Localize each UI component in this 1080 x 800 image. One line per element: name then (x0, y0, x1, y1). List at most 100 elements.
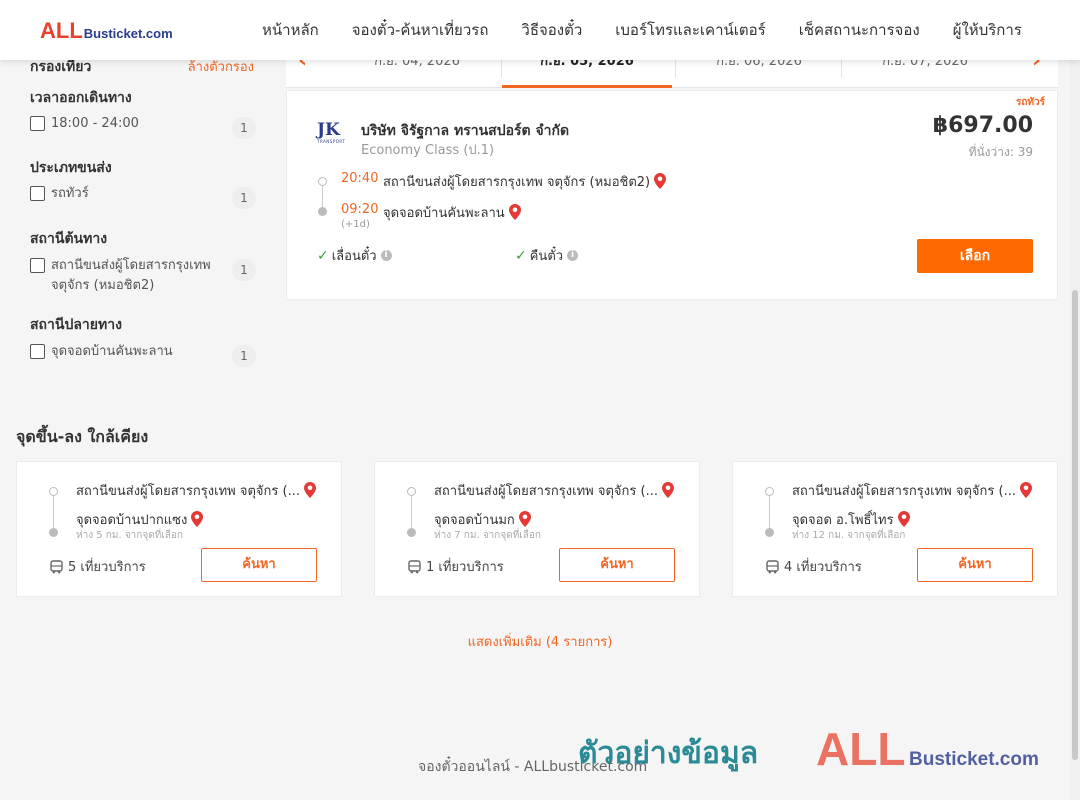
nav-book-search[interactable]: จองตั๋ว-ค้นหาเที่ยวรถ (352, 18, 489, 42)
footer-text: จองตั๋วออนไลน์ - ALLbusticket.com (418, 759, 648, 775)
company-logo: JK TRANSPORT (317, 121, 351, 151)
timeline-end-dot (407, 528, 416, 537)
timeline-end-dot (49, 528, 58, 537)
nearby-to: จุดจอดบ้านปากแซง (76, 509, 204, 530)
checkbox[interactable] (30, 186, 45, 201)
show-more-link[interactable]: แสดงเพิ่มเติม (4 รายการ) (0, 631, 1080, 652)
bus-type-tag: รถทัวร์ (1015, 97, 1045, 108)
departure-station: สถานีขนส่งผู้โดยสารกรุงเทพ จตุจักร (หมอช… (383, 171, 667, 192)
checkbox[interactable] (30, 116, 45, 131)
nearby-search-button[interactable]: ค้นหา (559, 548, 675, 582)
nearby-from-name: สถานีขนส่งผู้โดยสารกรุงเทพ จตุจักร (... (76, 484, 300, 499)
info-icon[interactable]: i (567, 250, 579, 261)
trip-card: รถทัวร์ JK TRANSPORT บริษัท จิรัฐกาล ทรา… (286, 90, 1058, 300)
nearby-from: สถานีขนส่งผู้โดยสารกรุงเทพ จตุจักร (... (76, 480, 316, 501)
nearby-trips: 1 เที่ยวบริการ (408, 556, 504, 577)
nearby-card: สถานีขนส่งผู้โดยสารกรุงเทพ จตุจักร (... … (374, 461, 700, 597)
nearby-from-name: สถานีขนส่งผู้โดยสารกรุงเทพ จตุจักร (... (434, 484, 658, 499)
company-logo-text: JK (317, 120, 340, 140)
arrival-station: จุดจอดบ้านคันพะลาน (383, 202, 521, 223)
filter-option-label: รถทัวร์ (51, 186, 89, 201)
map-pin-icon[interactable] (518, 511, 531, 527)
checkbox[interactable] (30, 344, 45, 359)
map-pin-icon[interactable] (303, 482, 316, 498)
filter-option-origin[interactable]: สถานีขนส่งผู้โดยสารกรุงเทพ จตุจักร (หมอช… (30, 256, 256, 296)
timeline-end-dot (765, 528, 774, 537)
map-pin-icon[interactable] (897, 511, 910, 527)
filter-option-label: สถานีขนส่งผู้โดยสารกรุงเทพ จตุจักร (หมอช… (51, 258, 211, 293)
info-icon[interactable]: i (380, 250, 392, 261)
count-badge: 1 (232, 345, 256, 367)
watermark-logo-all: ALL (816, 723, 906, 775)
nav-home[interactable]: หน้าหลัก (262, 18, 319, 42)
map-pin-icon[interactable] (661, 482, 674, 498)
seats-available: ที่นั่งว่าง: 39 (968, 145, 1033, 159)
timeline-start-dot (49, 487, 58, 496)
nearby-to-name: จุดจอด อ.โพธิ์ไทร (792, 513, 894, 528)
check-icon: ✓ (317, 247, 329, 264)
count-badge: 1 (232, 259, 256, 281)
bus-icon (50, 559, 63, 573)
bus-icon (766, 559, 779, 573)
nav-operators[interactable]: ผู้ให้บริการ (953, 18, 1022, 42)
nearby-to: จุดจอดบ้านมก (434, 509, 531, 530)
nearby-from: สถานีขนส่งผู้โดยสารกรุงเทพ จตุจักร (... (792, 480, 1032, 501)
count-badge: 1 (232, 187, 256, 209)
nav-check-booking[interactable]: เช็คสถานะการจอง (799, 18, 920, 42)
check-icon: ✓ (515, 247, 527, 264)
timeline-start-dot (407, 487, 416, 496)
nearby-trips: 5 เที่ยวบริการ (50, 556, 146, 577)
departure-station-name: สถานีขนส่งผู้โดยสารกรุงเทพ จตุจักร (หมอช… (383, 175, 651, 190)
next-day-indicator: (+1d) (341, 219, 370, 230)
nearby-distance: ห่าง 7 กม. จากจุดที่เลือก (434, 530, 541, 541)
feature-label: เลื่อนตั๋ว (331, 249, 377, 264)
map-pin-icon[interactable] (1019, 482, 1032, 498)
feature-label: คืนตั๋ว (529, 249, 564, 264)
scrollbar-thumb[interactable] (1072, 290, 1078, 760)
map-pin-icon[interactable] (508, 204, 521, 220)
nearby-to: จุดจอด อ.โพธิ์ไทร (792, 509, 910, 530)
filter-group-origin: สถานีต้นทาง (30, 231, 108, 247)
trip-price: ฿697.00 (932, 113, 1033, 138)
departure-time: 20:40 (341, 171, 379, 186)
logo-rest-text: Busticket.com (83, 26, 173, 41)
nearby-trips-label: 1 เที่ยวบริการ (426, 560, 504, 575)
nearby-search-button[interactable]: ค้นหา (201, 548, 317, 582)
nav-how-to-book[interactable]: วิธีจองตั๋ว (521, 18, 582, 42)
select-trip-button[interactable]: เลือก (917, 239, 1033, 273)
filter-option-transport[interactable]: รถทัวร์ 1 (30, 184, 256, 209)
company-logo-subtext: TRANSPORT (317, 139, 346, 144)
timeline-end-dot (318, 207, 327, 216)
bus-icon (408, 559, 421, 573)
nearby-trips-label: 5 เที่ยวบริการ (68, 560, 146, 575)
logo-all-text: ALL (40, 18, 83, 43)
timeline-line (411, 496, 412, 530)
filter-group-transport-type: ประเภทขนส่ง (30, 160, 112, 176)
filter-option-time[interactable]: 18:00 - 24:00 1 (30, 114, 256, 139)
nearby-to-name: จุดจอดบ้านปากแซง (76, 513, 188, 528)
main-nav: หน้าหลัก จองตั๋ว-ค้นหาเที่ยวรถ วิธีจองตั… (262, 0, 1022, 60)
map-pin-icon[interactable] (191, 511, 204, 527)
site-header: ALL Busticket.com หน้าหลัก จองตั๋ว-ค้นหา… (0, 0, 1080, 60)
nav-phone-counters[interactable]: เบอร์โทรและเคาน์เตอร์ (615, 18, 765, 42)
nearby-card: สถานีขนส่งผู้โดยสารกรุงเทพ จตุจักร (... … (732, 461, 1058, 597)
nearby-title: จุดขึ้น-ลง ใกล้เคียง (16, 427, 149, 446)
timeline-line (53, 496, 54, 530)
feature-reschedule: ✓ เลื่อนตั๋ว i (317, 245, 392, 266)
nearby-search-button[interactable]: ค้นหา (917, 548, 1033, 582)
nearby-distance: ห่าง 5 กม. จากจุดที่เลือก (76, 530, 183, 541)
feature-refund: ✓ คืนตั๋ว i (515, 245, 579, 266)
map-pin-icon[interactable] (654, 173, 667, 189)
filter-group-departure-time: เวลาออกเดินทาง (30, 90, 132, 106)
nearby-from-name: สถานีขนส่งผู้โดยสารกรุงเทพ จตุจักร (... (792, 484, 1016, 499)
filter-option-destination[interactable]: จุดจอดบ้านคันพะลาน 1 (30, 342, 256, 367)
site-logo[interactable]: ALL Busticket.com (40, 18, 173, 44)
watermark-logo-rest: Busticket.com (909, 749, 1039, 770)
timeline-line (769, 496, 770, 530)
page-scrollbar[interactable] (1070, 60, 1080, 800)
nearby-card: สถานีขนส่งผู้โดยสารกรุงเทพ จตุจักร (... … (16, 461, 342, 597)
timeline-start-dot (765, 487, 774, 496)
nearby-to-name: จุดจอดบ้านมก (434, 513, 515, 528)
watermark: ตัวอย่างข้อมูล ALL Busticket.com (578, 723, 1058, 780)
checkbox[interactable] (30, 258, 45, 273)
